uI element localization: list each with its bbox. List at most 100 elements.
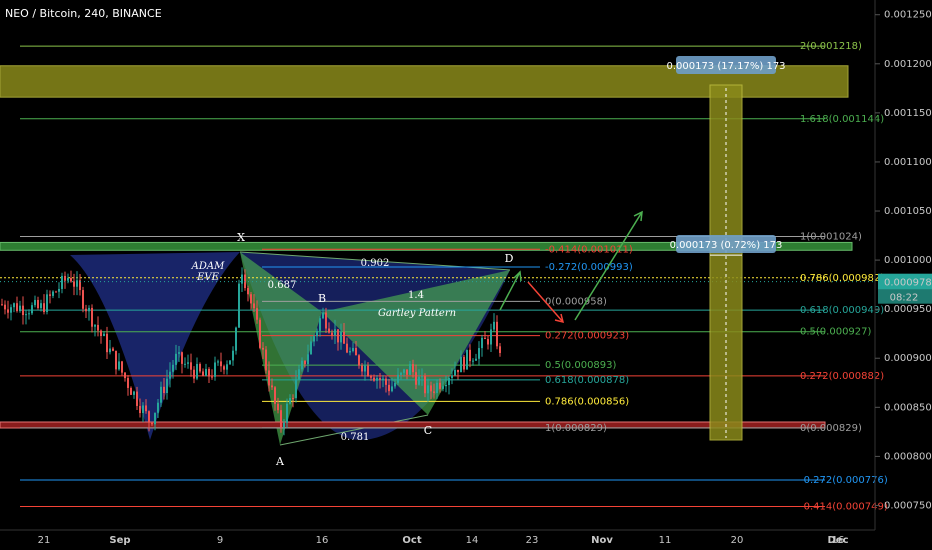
candle-body [196, 363, 198, 379]
ratio-ac-label: 0.781 [341, 432, 370, 443]
candle-body [358, 355, 360, 366]
candle-body [106, 333, 108, 353]
candle-body [295, 379, 297, 399]
fib-mid-label-7: 1(0.000829) [545, 423, 607, 434]
candle-body [442, 386, 444, 389]
candle-body [268, 370, 270, 386]
candle-body [145, 405, 147, 412]
candle-body [130, 387, 132, 395]
candle-body [325, 312, 327, 329]
candle-body [430, 385, 432, 392]
ratio-xd-label: 0.902 [361, 258, 390, 269]
candle-body [31, 305, 33, 314]
candle-body [61, 275, 63, 289]
candle-body [118, 361, 120, 370]
candle-body [271, 385, 273, 388]
candle-body [64, 275, 66, 281]
candle-body [67, 277, 69, 281]
point-x-label: X [237, 231, 245, 244]
time-tick-label-4: Oct [402, 535, 421, 546]
candle-body [82, 290, 84, 309]
time-tick-label-5: 14 [466, 535, 479, 546]
candle-body [103, 333, 105, 337]
chart-svg[interactable]: 2(0.001218) 1.618(0.001144) 1(0.001024) 0.7… [0, 0, 932, 550]
candle-body [292, 398, 294, 400]
candle-body [148, 411, 150, 423]
candle-body [217, 361, 219, 363]
candle-body [169, 371, 171, 379]
point-d-label: D [505, 252, 514, 265]
price-tick-label-1: 0.001200 [884, 59, 932, 70]
last-price-label: 0.000978 [884, 278, 932, 289]
time-tick-label-2: 9 [217, 535, 223, 546]
candle-body [382, 378, 384, 380]
chart-title: NEO / Bitcoin, 240, BINANCE [5, 7, 162, 20]
candle-body [127, 378, 129, 388]
candle-body [178, 352, 180, 354]
candle-body [136, 391, 138, 406]
price-tick-label-5: 0.001000 [884, 255, 932, 266]
candle-body [58, 288, 60, 292]
candle-body [55, 291, 57, 293]
time-tick-label-9: 20 [731, 535, 744, 546]
candle-body [70, 277, 72, 282]
candle-body [220, 361, 222, 367]
candle-body [400, 372, 402, 375]
candle-body [478, 348, 480, 359]
chart-root: 2(0.001218) 1.618(0.001144) 1(0.001024) 0.7… [0, 0, 932, 550]
price-tick-label-2: 0.001150 [884, 108, 932, 119]
candle-body [484, 337, 486, 339]
candle-body [409, 364, 411, 375]
candle-body [460, 356, 462, 373]
candle-body [193, 369, 195, 379]
candle-body [313, 336, 315, 342]
candle-body [157, 402, 159, 413]
candle-body [115, 350, 117, 370]
candle-body [88, 307, 90, 312]
candle-body [34, 299, 36, 306]
candle-body [424, 376, 426, 394]
candle-body [226, 364, 228, 370]
candle-body [160, 386, 162, 403]
ratio-bd-label: 1.4 [408, 290, 424, 301]
candle-body [343, 331, 345, 344]
candle-body [457, 369, 459, 373]
fib-right-label-1: 1.618(0.001144) [800, 114, 884, 125]
candle-body [52, 291, 54, 296]
candle-body [352, 347, 354, 352]
candle-body [361, 365, 363, 372]
point-c-label: C [424, 424, 432, 437]
candle-body [16, 303, 18, 312]
measure-box-mid-label: 0.000173 (0.72%) 173 [670, 240, 783, 251]
candle-body [391, 386, 393, 392]
price-tick-label-3: 0.001100 [884, 157, 932, 168]
time-tick-label-0: 21 [38, 535, 51, 546]
candle-body [10, 307, 12, 313]
candle-body [109, 348, 111, 353]
time-tick-label-8: 11 [659, 535, 672, 546]
candle-body [28, 313, 30, 315]
fib-right-label-6: 0.272(0.000882) [800, 371, 884, 382]
time-tick-label-7: Nov [591, 535, 613, 546]
point-a-label: A [275, 455, 285, 468]
support-zone [0, 421, 826, 429]
candle-body [97, 324, 99, 331]
candle-body [451, 375, 453, 378]
candle-body [259, 319, 261, 348]
candle-body [331, 332, 333, 336]
candle-body [181, 352, 183, 364]
candle-body [445, 385, 447, 387]
candle-body [412, 364, 414, 373]
candle-body [43, 303, 45, 313]
candle-body [250, 294, 252, 304]
candle-body [436, 382, 438, 393]
candle-body [286, 403, 288, 423]
candle-body [277, 403, 279, 411]
candle-body [346, 343, 348, 353]
time-tick-label-11: 16 [832, 535, 845, 546]
time-tick-label-1: Sep [109, 535, 130, 546]
candle-body [463, 356, 465, 370]
candle-body [385, 378, 387, 385]
candle-body [235, 327, 237, 351]
candle-body [469, 349, 471, 362]
